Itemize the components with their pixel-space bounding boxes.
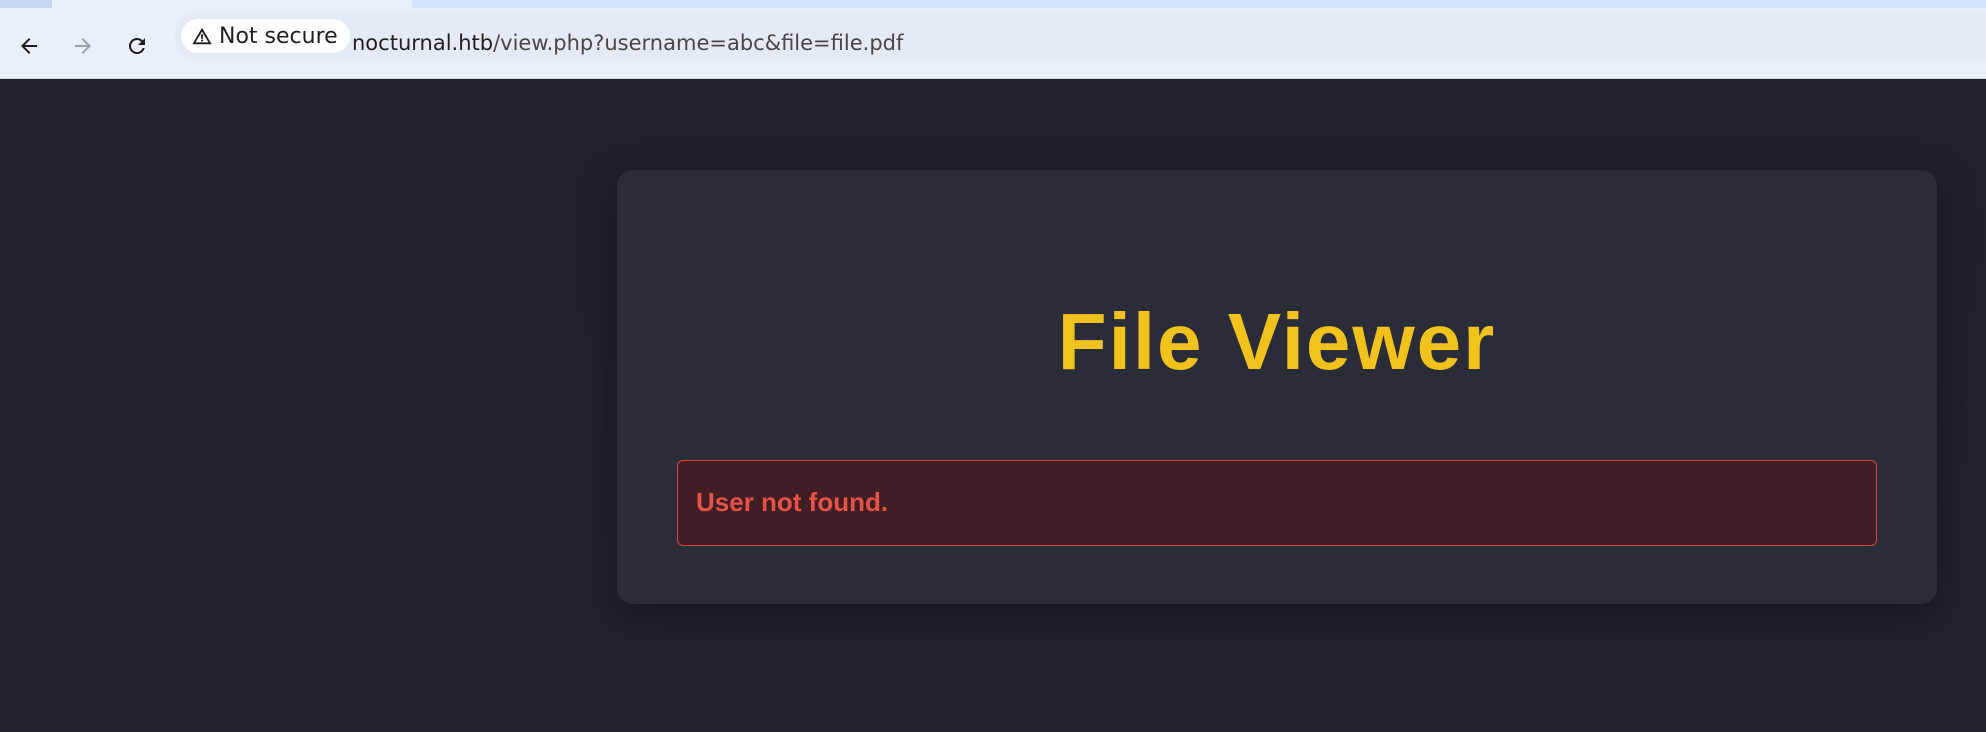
url-text[interactable]: nocturnal.htb/view.php?username=abc&file… — [352, 31, 903, 55]
active-tab[interactable] — [52, 0, 412, 8]
warning-triangle-icon — [192, 27, 212, 45]
security-chip-label: Not secure — [219, 23, 338, 49]
error-message: User not found. — [696, 487, 889, 517]
arrow-right-icon — [75, 38, 91, 54]
page-title: File Viewer — [1057, 297, 1497, 386]
forward-button[interactable] — [63, 26, 103, 66]
page-viewport: File Viewer User not found. — [0, 80, 1986, 732]
security-chip[interactable]: Not secure — [181, 19, 350, 53]
file-viewer-card: File Viewer User not found. — [617, 170, 1937, 604]
reload-icon — [128, 37, 145, 54]
url-host: nocturnal.htb — [352, 31, 494, 55]
tab-strip — [0, 0, 1986, 8]
arrow-left-icon — [21, 38, 37, 54]
inactive-tab[interactable] — [0, 0, 52, 8]
error-alert: User not found. — [677, 460, 1877, 546]
reload-button[interactable] — [117, 26, 157, 66]
back-button[interactable] — [9, 26, 49, 66]
url-path: /view.php?username=abc&file=file.pdf — [493, 31, 904, 55]
